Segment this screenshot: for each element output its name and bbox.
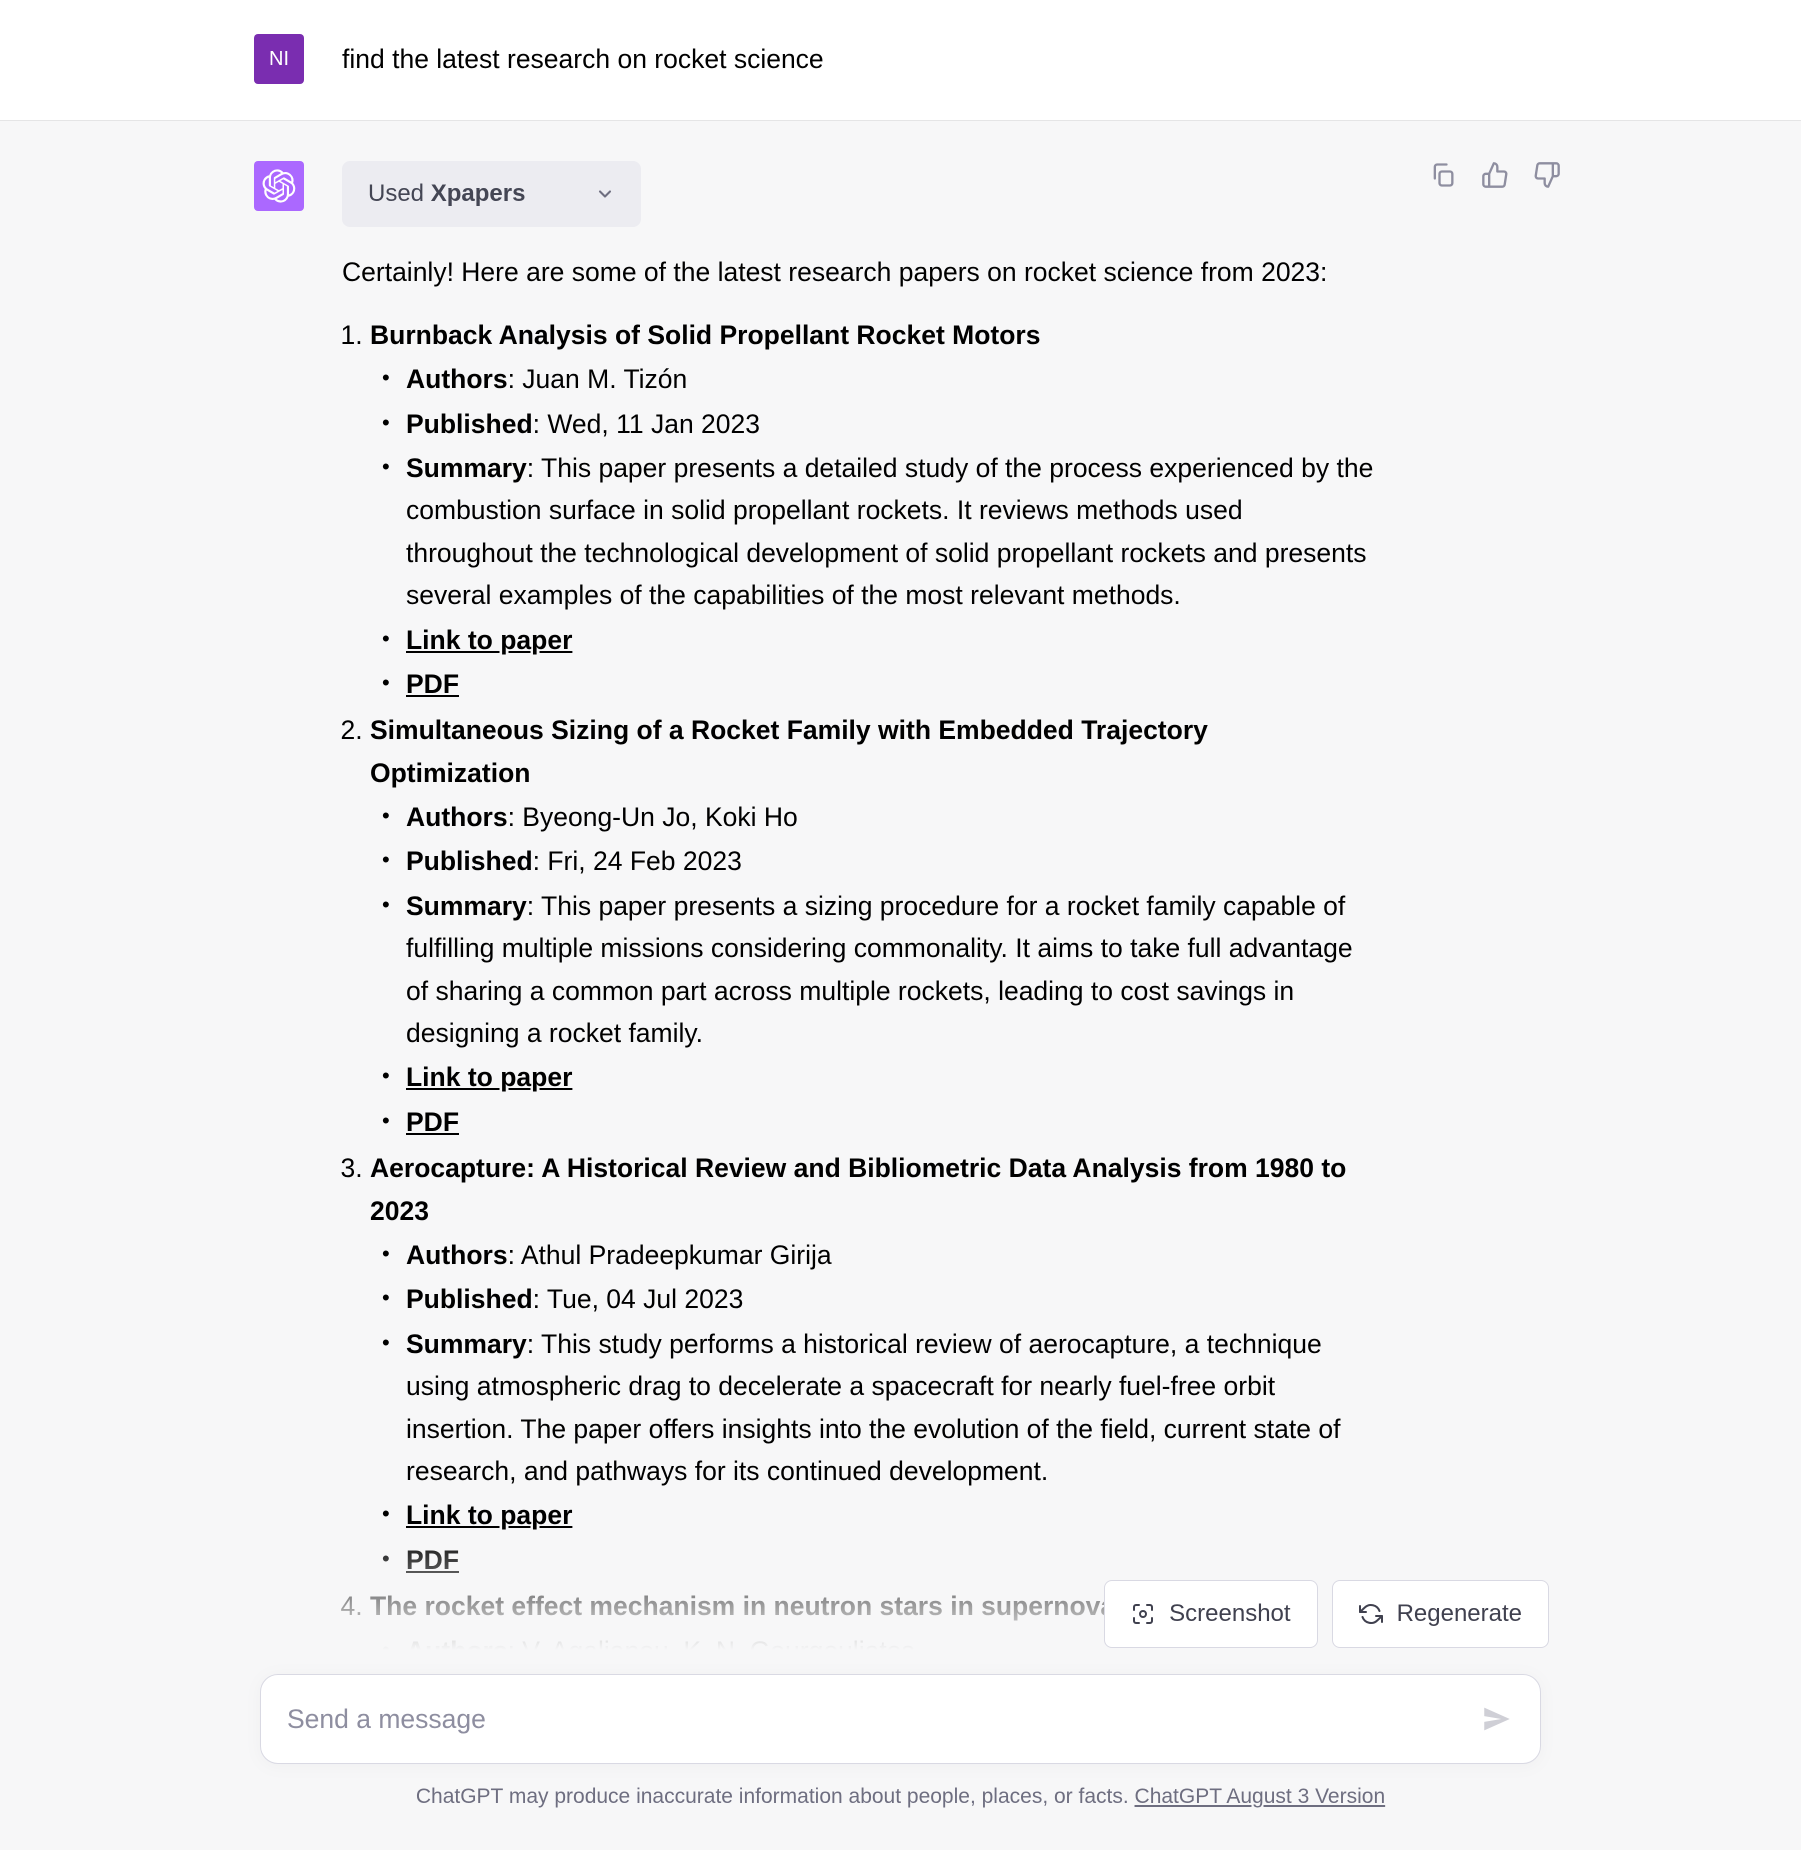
paper-published: Published: Wed, 11 Jan 2023 (406, 403, 1374, 445)
paper-link-row: Link to paper (406, 1494, 1374, 1536)
assistant-body: Certainly! Here are some of the latest r… (254, 227, 1374, 1672)
user-message-text: find the latest research on rocket scien… (342, 38, 824, 80)
paper-summary: Summary: This study performs a historica… (406, 1323, 1374, 1493)
paper-authors: Authors: Byeong-Un Jo, Koki Ho (406, 796, 1374, 838)
paper-link[interactable]: Link to paper (406, 1062, 572, 1092)
intro-text: Certainly! Here are some of the latest r… (342, 251, 1374, 293)
paper-item: Aerocapture: A Historical Review and Bib… (370, 1147, 1374, 1581)
paper-pdf-row: PDF (406, 663, 1374, 705)
paper-link[interactable]: Link to paper (406, 625, 572, 655)
thumbs-down-icon[interactable] (1533, 161, 1561, 189)
copy-icon[interactable] (1429, 161, 1457, 189)
user-avatar: NI (254, 34, 304, 84)
assistant-avatar (254, 161, 304, 211)
paper-pdf-row: PDF (406, 1539, 1374, 1581)
message-input[interactable] (287, 1704, 1480, 1735)
paper-published: Published: Fri, 24 Feb 2023 (406, 840, 1374, 882)
regenerate-button[interactable]: Regenerate (1332, 1580, 1549, 1648)
paper-pdf-row: PDF (406, 1101, 1374, 1143)
user-message-row: NI find the latest research on rocket sc… (0, 0, 1801, 120)
thumbs-up-icon[interactable] (1481, 161, 1509, 189)
paper-title: Aerocapture: A Historical Review and Bib… (370, 1147, 1374, 1232)
version-link[interactable]: ChatGPT August 3 Version (1135, 1785, 1386, 1808)
message-action-bar (1429, 161, 1561, 189)
paper-pdf-link[interactable]: PDF (406, 1107, 459, 1137)
tool-used-badge[interactable]: Used Xpapers (342, 161, 641, 227)
paper-title: Burnback Analysis of Solid Propellant Ro… (370, 314, 1374, 356)
paper-link-row: Link to paper (406, 619, 1374, 661)
paper-title: Simultaneous Sizing of a Rocket Family w… (370, 709, 1374, 794)
paper-item: Burnback Analysis of Solid Propellant Ro… (370, 314, 1374, 706)
disclaimer-text: ChatGPT may produce inaccurate informati… (416, 1785, 1135, 1808)
paper-summary: Summary: This paper presents a sizing pr… (406, 885, 1374, 1055)
tool-used-label: Used Xpapers (368, 175, 525, 213)
paper-link[interactable]: Link to paper (406, 1500, 572, 1530)
disclaimer: ChatGPT may produce inaccurate informati… (0, 1780, 1801, 1814)
regenerate-label: Regenerate (1397, 1595, 1522, 1633)
paper-authors: Authors: Juan M. Tizón (406, 358, 1374, 400)
regenerate-icon (1359, 1602, 1383, 1626)
paper-published: Published: Tue, 04 Jul 2023 (406, 1278, 1374, 1320)
screenshot-icon (1131, 1602, 1155, 1626)
paper-summary: Summary: This paper presents a detailed … (406, 447, 1374, 617)
message-input-bar[interactable] (260, 1674, 1541, 1764)
screenshot-button[interactable]: Screenshot (1104, 1580, 1317, 1648)
paper-item: Simultaneous Sizing of a Rocket Family w… (370, 709, 1374, 1143)
paper-authors: Authors: Athul Pradeepkumar Girija (406, 1234, 1374, 1276)
assistant-message-row: Used Xpapers Certainly! Here are some of… (0, 120, 1801, 1850)
chevron-down-icon (595, 184, 615, 204)
paper-pdf-link[interactable]: PDF (406, 1545, 459, 1575)
send-icon[interactable] (1480, 1702, 1514, 1736)
screenshot-label: Screenshot (1169, 1595, 1290, 1633)
paper-link-row: Link to paper (406, 1056, 1374, 1098)
paper-pdf-link[interactable]: PDF (406, 669, 459, 699)
